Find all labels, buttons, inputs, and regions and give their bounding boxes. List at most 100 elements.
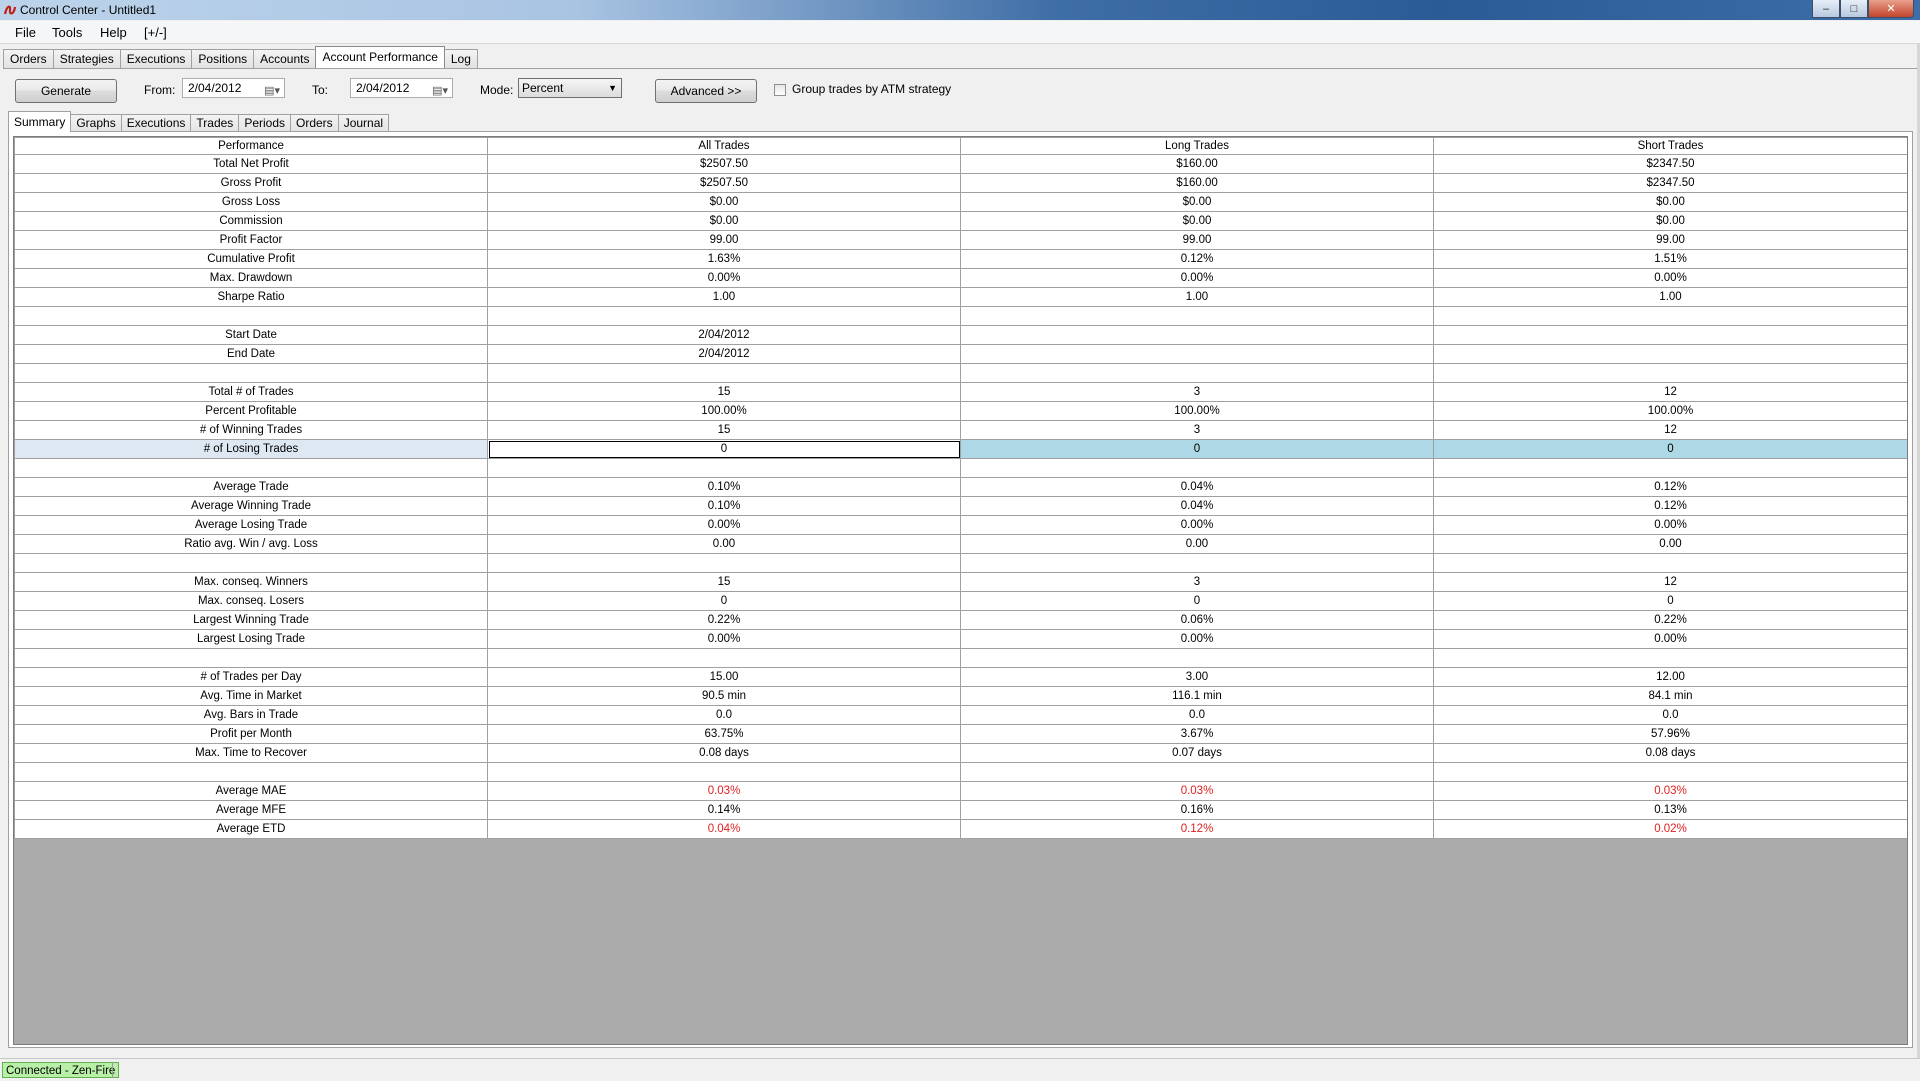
table-row[interactable]: Gross Loss $0.00 $0.00 $0.00 bbox=[14, 192, 1907, 212]
long-trades-cell[interactable]: 0 bbox=[960, 439, 1434, 459]
all-trades-cell[interactable]: 0.04% bbox=[487, 819, 961, 839]
short-trades-cell[interactable]: 0.00 bbox=[1433, 534, 1907, 554]
all-trades-cell[interactable]: 0.00% bbox=[487, 629, 961, 649]
short-trades-cell[interactable]: 0.03% bbox=[1433, 781, 1907, 801]
long-trades-cell[interactable]: $0.00 bbox=[960, 192, 1434, 212]
from-date-field[interactable]: 2/04/2012 ▤▾ bbox=[182, 78, 285, 98]
tab-executions[interactable]: Executions bbox=[119, 49, 193, 68]
row-label[interactable]: Profit Factor bbox=[14, 230, 488, 250]
long-trades-cell[interactable] bbox=[960, 325, 1434, 345]
long-trades-cell[interactable]: 1.00 bbox=[960, 287, 1434, 307]
long-trades-cell[interactable]: 3.67% bbox=[960, 724, 1434, 744]
row-label[interactable]: Largest Losing Trade bbox=[14, 629, 488, 649]
row-label[interactable]: Start Date bbox=[14, 325, 488, 345]
column-header-short-trades[interactable]: Short Trades bbox=[1433, 137, 1907, 155]
short-trades-cell[interactable] bbox=[1433, 648, 1907, 668]
long-trades-cell[interactable]: $160.00 bbox=[960, 173, 1434, 193]
long-trades-cell[interactable]: 0.0 bbox=[960, 705, 1434, 725]
short-trades-cell[interactable]: 0.13% bbox=[1433, 800, 1907, 820]
all-trades-cell[interactable]: 99.00 bbox=[487, 230, 961, 250]
tab-accounts[interactable]: Accounts bbox=[253, 49, 317, 68]
subtab-graphs[interactable]: Graphs bbox=[70, 114, 122, 132]
row-label[interactable]: Avg. Bars in Trade bbox=[14, 705, 488, 725]
table-row[interactable]: Max. Time to Recover 0.08 days 0.07 days 0.… bbox=[14, 743, 1907, 763]
short-trades-cell[interactable]: 0 bbox=[1433, 439, 1907, 459]
all-trades-cell[interactable]: 90.5 min bbox=[487, 686, 961, 706]
short-trades-cell[interactable]: 0.00% bbox=[1433, 629, 1907, 649]
all-trades-cell[interactable]: $0.00 bbox=[487, 211, 961, 231]
all-trades-cell[interactable]: 0 bbox=[487, 439, 961, 459]
row-label[interactable]: Average ETD bbox=[14, 819, 488, 839]
long-trades-cell[interactable]: 0.00% bbox=[960, 629, 1434, 649]
all-trades-cell[interactable]: $0.00 bbox=[487, 192, 961, 212]
column-header-long-trades[interactable]: Long Trades bbox=[960, 137, 1434, 155]
table-row[interactable] bbox=[14, 363, 1907, 383]
row-label[interactable]: # of Losing Trades bbox=[14, 439, 488, 459]
to-date-field[interactable]: 2/04/2012 ▤▾ bbox=[350, 78, 453, 98]
table-row[interactable]: Percent Profitable 100.00% 100.00% 100.00% bbox=[14, 401, 1907, 421]
short-trades-cell[interactable]: 12 bbox=[1433, 572, 1907, 592]
close-button[interactable]: ✕ bbox=[1868, 0, 1914, 18]
mode-select[interactable]: Percent ▼ bbox=[518, 78, 622, 98]
long-trades-cell[interactable]: 0.06% bbox=[960, 610, 1434, 630]
table-row[interactable] bbox=[14, 762, 1907, 782]
table-row[interactable]: Average Winning Trade 0.10% 0.04% 0.12% bbox=[14, 496, 1907, 516]
menu-toggle[interactable]: [+/-] bbox=[144, 25, 167, 40]
table-row[interactable]: Max. conseq. Losers 0 0 0 bbox=[14, 591, 1907, 611]
all-trades-cell[interactable]: 2/04/2012 bbox=[487, 325, 961, 345]
long-trades-cell[interactable] bbox=[960, 553, 1434, 573]
table-row[interactable]: Average ETD 0.04% 0.12% 0.02% bbox=[14, 819, 1907, 839]
all-trades-cell[interactable]: 0.14% bbox=[487, 800, 961, 820]
tab-positions[interactable]: Positions bbox=[191, 49, 255, 68]
short-trades-cell[interactable]: 0.12% bbox=[1433, 477, 1907, 497]
short-trades-cell[interactable]: 1.00 bbox=[1433, 287, 1907, 307]
table-row[interactable]: Average MFE 0.14% 0.16% 0.13% bbox=[14, 800, 1907, 820]
short-trades-cell[interactable]: 1.51% bbox=[1433, 249, 1907, 269]
long-trades-cell[interactable]: 0 bbox=[960, 591, 1434, 611]
table-row[interactable]: # of Losing Trades 0 0 0 bbox=[14, 439, 1907, 459]
tab-orders[interactable]: Orders bbox=[3, 49, 54, 68]
long-trades-cell[interactable]: 100.00% bbox=[960, 401, 1434, 421]
short-trades-cell[interactable]: 84.1 min bbox=[1433, 686, 1907, 706]
long-trades-cell[interactable]: 0.00% bbox=[960, 268, 1434, 288]
all-trades-cell[interactable]: 0.00 bbox=[487, 534, 961, 554]
menu-tools[interactable]: Tools bbox=[52, 25, 82, 40]
long-trades-cell[interactable] bbox=[960, 306, 1434, 326]
all-trades-cell[interactable]: 0.08 days bbox=[487, 743, 961, 763]
long-trades-cell[interactable]: $160.00 bbox=[960, 154, 1434, 174]
long-trades-cell[interactable] bbox=[960, 363, 1434, 383]
all-trades-cell[interactable]: 0.10% bbox=[487, 496, 961, 516]
all-trades-cell[interactable]: 1.00 bbox=[487, 287, 961, 307]
all-trades-cell[interactable]: 15 bbox=[487, 572, 961, 592]
row-label[interactable]: Average MFE bbox=[14, 800, 488, 820]
row-label[interactable]: Total Net Profit bbox=[14, 154, 488, 174]
long-trades-cell[interactable]: 99.00 bbox=[960, 230, 1434, 250]
subtab-periods[interactable]: Periods bbox=[238, 114, 291, 132]
advanced-button[interactable]: Advanced >> bbox=[655, 79, 757, 103]
long-trades-cell[interactable]: 0.03% bbox=[960, 781, 1434, 801]
short-trades-cell[interactable] bbox=[1433, 458, 1907, 478]
long-trades-cell[interactable]: 0.12% bbox=[960, 819, 1434, 839]
table-row[interactable]: Total Net Profit $2507.50 $160.00 $2347.50 bbox=[14, 154, 1907, 174]
all-trades-cell[interactable]: 15.00 bbox=[487, 667, 961, 687]
table-row[interactable] bbox=[14, 306, 1907, 326]
subtab-orders[interactable]: Orders bbox=[290, 114, 339, 132]
tab-log[interactable]: Log bbox=[443, 49, 478, 68]
row-label[interactable]: Gross Loss bbox=[14, 192, 488, 212]
subtab-executions[interactable]: Executions bbox=[120, 114, 192, 132]
all-trades-cell[interactable]: 0.0 bbox=[487, 705, 961, 725]
row-label[interactable]: Average Winning Trade bbox=[14, 496, 488, 516]
subtab-summary[interactable]: Summary bbox=[8, 111, 72, 132]
table-row[interactable]: Profit per Month 63.75% 3.67% 57.96% bbox=[14, 724, 1907, 744]
table-row[interactable] bbox=[14, 458, 1907, 478]
tab-account-performance[interactable]: Account Performance bbox=[315, 46, 445, 68]
short-trades-cell[interactable]: 99.00 bbox=[1433, 230, 1907, 250]
table-row[interactable]: Avg. Bars in Trade 0.0 0.0 0.0 bbox=[14, 705, 1907, 725]
row-label[interactable]: Max. Drawdown bbox=[14, 268, 488, 288]
row-label[interactable]: Avg. Time in Market bbox=[14, 686, 488, 706]
short-trades-cell[interactable]: 12.00 bbox=[1433, 667, 1907, 687]
table-row[interactable]: Start Date 2/04/2012 bbox=[14, 325, 1907, 345]
table-row[interactable] bbox=[14, 553, 1907, 573]
subtab-trades[interactable]: Trades bbox=[190, 114, 240, 132]
row-label[interactable] bbox=[14, 648, 488, 668]
